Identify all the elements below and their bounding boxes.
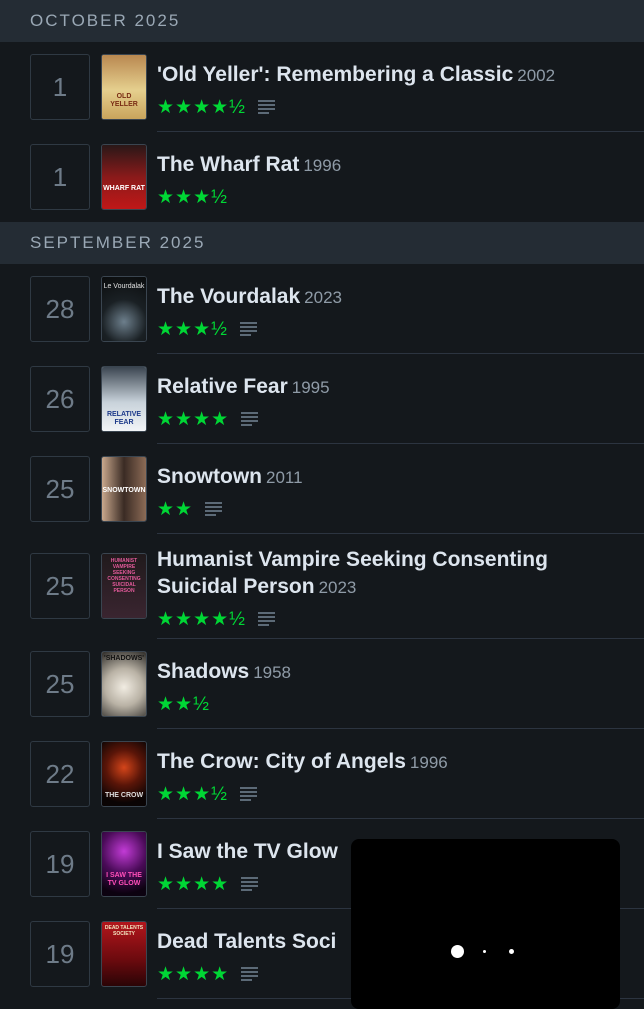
review-lines-icon[interactable] xyxy=(205,502,223,516)
film-year[interactable]: 2023 xyxy=(319,578,357,597)
poster-label: RELATIVE FEAR xyxy=(106,411,142,426)
poster-thumbnail[interactable]: THE CROW xyxy=(101,741,147,807)
rating-stars: ★★★½ xyxy=(157,318,228,340)
loading-dot-small xyxy=(483,950,486,953)
entry-info: The Crow: City of Angels 1996 ★★★½ xyxy=(157,748,644,819)
film-year[interactable]: 1995 xyxy=(292,378,330,397)
poster-thumbnail[interactable]: SNOWTOWN xyxy=(101,456,147,522)
rating-stars: ★★★★ xyxy=(157,408,230,430)
poster-thumbnail[interactable]: RELATIVE FEAR xyxy=(101,366,147,432)
film-title[interactable]: Shadows 1958 xyxy=(157,658,644,686)
day-number[interactable]: 19 xyxy=(30,921,90,987)
film-year[interactable]: 1996 xyxy=(410,753,448,772)
entry-info: Snowtown 2011 ★★ xyxy=(157,463,644,534)
loading-dot-large xyxy=(451,945,464,958)
film-year[interactable]: 1958 xyxy=(253,663,291,682)
loading-dot-medium xyxy=(509,949,514,954)
poster-thumbnail[interactable]: HUMANIST VAMPIRE SEEKING CONSENTING SUIC… xyxy=(101,553,147,619)
review-lines-icon[interactable] xyxy=(257,612,275,626)
diary-entry[interactable]: 1 WHARF RAT The Wharf Rat 1996 ★★★½ xyxy=(0,132,644,222)
diary-entry[interactable]: 25 HUMANIST VAMPIRE SEEKING CONSENTING S… xyxy=(0,534,644,639)
rating-stars: ★★★½ xyxy=(157,783,228,805)
rating-stars: ★★ xyxy=(157,498,194,520)
entry-info: Relative Fear 1995 ★★★★ xyxy=(157,373,644,444)
month-header-september: SEPTEMBER 2025 xyxy=(0,222,644,264)
film-year[interactable]: 2023 xyxy=(304,288,342,307)
day-number[interactable]: 1 xyxy=(30,54,90,120)
review-lines-icon[interactable] xyxy=(241,967,259,981)
film-title[interactable]: The Crow: City of Angels 1996 xyxy=(157,748,644,776)
poster-thumbnail[interactable]: WHARF RAT xyxy=(101,144,147,210)
film-year[interactable]: 2011 xyxy=(266,468,303,487)
day-number[interactable]: 25 xyxy=(30,651,90,717)
diary-entry[interactable]: 22 THE CROW The Crow: City of Angels 1996… xyxy=(0,729,644,819)
entry-info: Humanist Vampire Seeking Consenting Suici… xyxy=(157,546,644,639)
review-lines-icon[interactable] xyxy=(239,787,257,801)
poster-thumbnail[interactable]: OLD YELLER xyxy=(101,54,147,120)
poster-label: WHARF RAT xyxy=(103,185,145,192)
day-number[interactable]: 1 xyxy=(30,144,90,210)
poster-thumbnail[interactable]: I SAW THE TV GLOW xyxy=(101,831,147,897)
review-lines-icon[interactable] xyxy=(241,877,259,891)
rating-stars: ★★★½ xyxy=(157,186,228,208)
rating-stars: ★★★★½ xyxy=(157,96,246,118)
rating-stars: ★★½ xyxy=(157,693,210,715)
poster-label: OLD YELLER xyxy=(110,93,138,108)
day-number[interactable]: 28 xyxy=(30,276,90,342)
film-title[interactable]: 'Old Yeller': Remembering a Classic 2002 xyxy=(157,61,644,89)
film-title[interactable]: The Vourdalak 2023 xyxy=(157,283,644,311)
review-lines-icon[interactable] xyxy=(241,412,259,426)
diary-entry[interactable]: 25 'SHADOWS' Shadows 1958 ★★½ xyxy=(0,639,644,729)
rating-stars: ★★★★ xyxy=(157,873,230,895)
film-title[interactable]: Snowtown 2011 xyxy=(157,463,644,491)
film-year[interactable]: 1996 xyxy=(303,156,341,175)
film-title[interactable]: Relative Fear 1995 xyxy=(157,373,644,401)
review-lines-icon[interactable] xyxy=(239,322,257,336)
poster-label: 'SHADOWS' xyxy=(104,655,144,662)
day-number[interactable]: 25 xyxy=(30,553,90,619)
review-lines-icon[interactable] xyxy=(257,100,275,114)
poster-thumbnail[interactable]: Le Vourdalak xyxy=(101,276,147,342)
poster-label: THE CROW xyxy=(104,792,144,799)
entry-info: The Vourdalak 2023 ★★★½ xyxy=(157,283,644,354)
poster-label: I SAW THE TV GLOW xyxy=(106,872,142,887)
film-title[interactable]: Humanist Vampire Seeking Consenting Suici… xyxy=(157,546,644,601)
film-year[interactable]: 2002 xyxy=(517,66,555,85)
poster-label: SNOWTOWN xyxy=(102,487,146,494)
poster-thumbnail[interactable]: 'SHADOWS' xyxy=(101,651,147,717)
diary-entry[interactable]: 28 Le Vourdalak The Vourdalak 2023 ★★★½ xyxy=(0,264,644,354)
day-number[interactable]: 26 xyxy=(30,366,90,432)
diary-entry[interactable]: 25 SNOWTOWN Snowtown 2011 ★★ xyxy=(0,444,644,534)
day-number[interactable]: 19 xyxy=(30,831,90,897)
video-overlay-panel[interactable] xyxy=(351,839,620,1009)
entry-info: The Wharf Rat 1996 ★★★½ xyxy=(157,151,644,221)
film-title[interactable]: The Wharf Rat 1996 xyxy=(157,151,644,179)
rating-stars: ★★★★ xyxy=(157,963,230,985)
day-number[interactable]: 25 xyxy=(30,456,90,522)
poster-label: Le Vourdalak xyxy=(103,283,145,290)
entry-info: 'Old Yeller': Remembering a Classic 2002 … xyxy=(157,61,644,132)
rating-stars: ★★★★½ xyxy=(157,608,246,630)
poster-thumbnail[interactable]: DEAD TALENTS SOCIETY xyxy=(101,921,147,987)
diary-entry[interactable]: 26 RELATIVE FEAR Relative Fear 1995 ★★★★ xyxy=(0,354,644,444)
poster-label: HUMANIST VAMPIRE SEEKING CONSENTING SUIC… xyxy=(107,558,141,594)
entry-info: Shadows 1958 ★★½ xyxy=(157,658,644,729)
diary-entry[interactable]: 1 OLD YELLER 'Old Yeller': Remembering a… xyxy=(0,42,644,132)
poster-label: DEAD TALENTS SOCIETY xyxy=(104,925,144,937)
month-header-october: OCTOBER 2025 xyxy=(0,0,644,42)
day-number[interactable]: 22 xyxy=(30,741,90,807)
